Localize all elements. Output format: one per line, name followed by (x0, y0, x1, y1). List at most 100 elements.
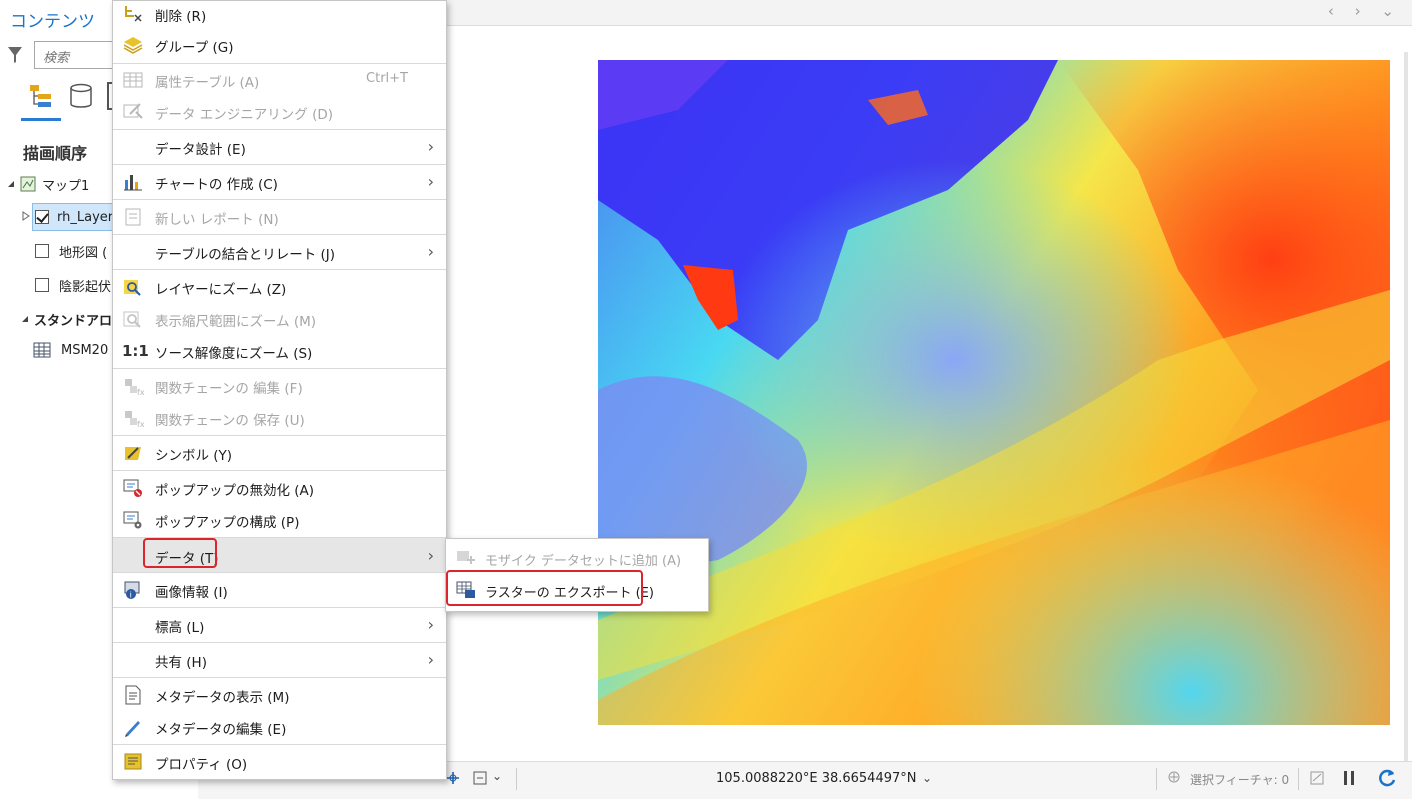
refresh-icon[interactable] (1376, 767, 1398, 789)
export-raster-highlight-box (446, 570, 643, 606)
chart-icon (124, 175, 142, 191)
layer-visibility-checkbox[interactable] (35, 278, 49, 292)
view-metadata-icon (125, 685, 141, 705)
select-features-icon[interactable] (1166, 769, 1184, 787)
tree-item-label: 地形図 ( (59, 245, 108, 261)
menu-separator (113, 269, 446, 270)
menu-item-delete[interactable]: 削除 (R) (113, 0, 446, 30)
tree-item-label: rh_Layer (57, 209, 114, 225)
menu-item-edit-metadata[interactable]: メタデータの編集 (E) (113, 711, 446, 743)
menu-separator (113, 572, 446, 573)
chevron-down-icon[interactable]: ⌄ (922, 771, 932, 785)
add-to-mosaic-icon (457, 551, 475, 564)
image-info-icon: i (124, 581, 140, 600)
menu-separator (113, 368, 446, 369)
menu-item-attribute-table[interactable]: 属性テーブル (A) Ctrl+T (113, 64, 446, 96)
selected-features-count: 選択フィーチャ: 0 (1190, 773, 1290, 787)
disable-popup-icon (123, 479, 142, 497)
clear-selection-icon[interactable] (1308, 769, 1326, 787)
data-submenu: モザイク データセットに追加 (A) ラスターの エクスポート (E) (445, 538, 709, 612)
properties-icon (124, 753, 142, 770)
chevron-right-icon: › (427, 242, 434, 261)
menu-separator (113, 642, 446, 643)
menu-item-symbology[interactable]: シンボル (Y) (113, 437, 446, 469)
collapse-triangle-icon[interactable] (6, 179, 16, 189)
active-view-indicator (21, 118, 61, 121)
data-menu-highlight-box (143, 538, 217, 568)
svg-text:fx: fx (137, 420, 144, 428)
pause-drawing-icon[interactable] (1340, 769, 1358, 787)
configure-popup-icon (123, 511, 142, 529)
tab-scroll-arrows-icon[interactable]: ‹ › ⌄ (1328, 2, 1402, 20)
zoom-visible-range-icon (123, 311, 141, 328)
one-to-one-icon: 1:1 (122, 342, 149, 360)
menu-item-properties[interactable]: プロパティ (O) (113, 746, 446, 778)
menu-item-create-chart[interactable]: チャートの 作成 (C) › (113, 166, 446, 198)
tree-item-map[interactable]: マップ1 (6, 171, 89, 197)
menu-separator (113, 677, 446, 678)
chevron-right-icon: › (427, 172, 434, 191)
chevron-right-icon: › (427, 546, 434, 565)
tree-item-standalone-tables[interactable]: スタンドアロン (20, 306, 125, 332)
tree-item-label: MSM20 (61, 342, 109, 358)
snapping-icon[interactable] (471, 769, 489, 787)
menu-item-save-function-chain[interactable]: fx 関数チェーンの 保存 (U) (113, 402, 446, 434)
menu-item-edit-function-chain[interactable]: fx 関数チェーンの 編集 (F) (113, 370, 446, 402)
menu-separator (113, 199, 446, 200)
list-by-source-icon[interactable] (67, 82, 95, 110)
tree-item-label: 陰影起伏 (59, 279, 112, 295)
draw-order-heading: 描画順序 (23, 144, 88, 163)
status-divider (516, 768, 517, 790)
tree-item-topo[interactable]: 地形図 ( (35, 238, 107, 264)
filter-icon[interactable] (7, 45, 23, 65)
expand-triangle-icon[interactable] (22, 211, 30, 221)
layer-visibility-checkbox[interactable] (35, 210, 49, 224)
chevron-right-icon: › (427, 650, 434, 669)
collapse-triangle-icon[interactable] (20, 314, 30, 324)
menu-separator (113, 164, 446, 165)
status-divider (1156, 768, 1157, 790)
map-scrollbar[interactable] (1404, 52, 1408, 787)
menu-item-data-design[interactable]: データ設計 (E) › (113, 131, 446, 163)
menu-separator (113, 234, 446, 235)
tree-item-hillshade[interactable]: 陰影起伏 (35, 272, 111, 298)
menu-item-configure-popup[interactable]: ポップアップの構成 (P) (113, 504, 446, 536)
symbology-icon (125, 447, 141, 460)
menu-separator (113, 607, 446, 608)
function-chain-save-icon: fx (125, 411, 144, 428)
attribute-table-icon (123, 72, 143, 88)
map-icon (20, 176, 36, 192)
table-icon (33, 342, 51, 358)
layer-context-menu: 削除 (R) グループ (G) 属性テーブル (A) Ctrl+T データ エン… (112, 0, 447, 780)
edit-metadata-icon (125, 721, 140, 737)
menu-item-zoom-visible-range[interactable]: 表示縮尺範囲にズーム (M) (113, 303, 446, 335)
menu-item-joins-relates[interactable]: テーブルの結合とリレート (J) › (113, 236, 446, 268)
relative-humidity-raster (598, 60, 1390, 725)
pane-title: コンテンツ (10, 12, 95, 32)
chevron-right-icon: › (427, 137, 434, 156)
menu-separator (113, 129, 446, 130)
data-engineering-icon (123, 103, 143, 119)
menu-item-group[interactable]: グループ (G) (113, 29, 446, 61)
menu-item-share[interactable]: 共有 (H) › (113, 644, 446, 676)
menu-item-elevation[interactable]: 標高 (L) › (113, 609, 446, 641)
menu-item-zoom-source-resolution[interactable]: 1:1 ソース解像度にズーム (S) (113, 335, 446, 367)
menu-item-image-info[interactable]: i 画像情報 (I) (113, 574, 446, 606)
svg-text:fx: fx (137, 388, 144, 396)
group-layers-icon (123, 37, 143, 54)
zoom-to-layer-icon (124, 280, 141, 296)
layer-visibility-checkbox[interactable] (35, 244, 49, 258)
chevron-right-icon: › (427, 615, 434, 634)
menu-item-zoom-to-layer[interactable]: レイヤーにズーム (Z) (113, 271, 446, 303)
svg-text:i: i (130, 591, 132, 600)
menu-item-data-engineering[interactable]: データ エンジニアリング (D) (113, 96, 446, 128)
tree-item-msm-table[interactable]: MSM20 (33, 337, 108, 363)
menu-item-view-metadata[interactable]: メタデータの表示 (M) (113, 679, 446, 711)
list-by-drawing-order-icon[interactable] (27, 82, 55, 110)
menu-item-new-report[interactable]: 新しい レポート (N) (113, 201, 446, 233)
chevron-down-icon[interactable]: ⌄ (492, 769, 502, 783)
menu-item-disable-popup[interactable]: ポップアップの無効化 (A) (113, 472, 446, 504)
status-divider (1298, 768, 1299, 790)
function-chain-edit-icon: fx (125, 379, 144, 396)
menu-separator (113, 470, 446, 471)
